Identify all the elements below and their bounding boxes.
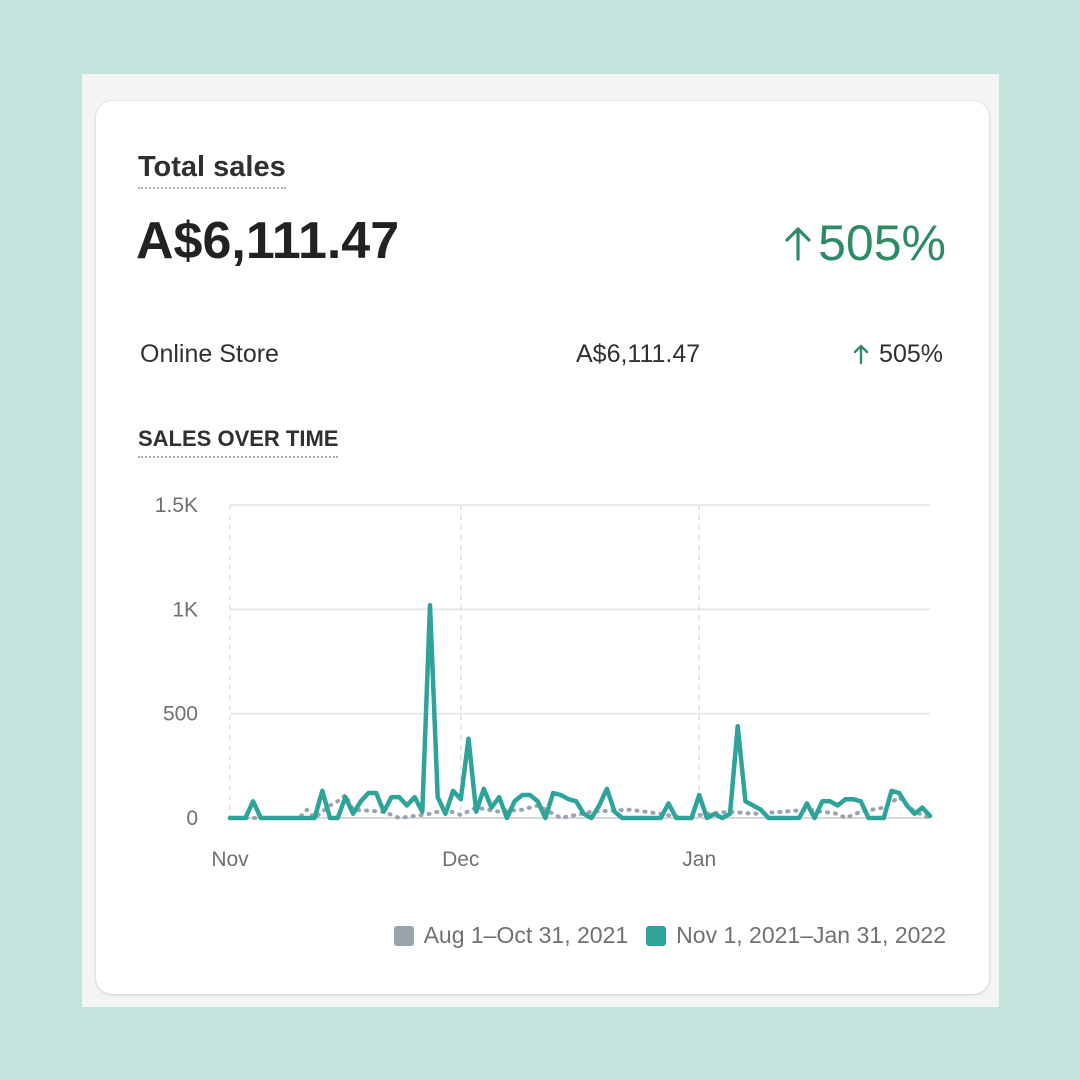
- chart-grid: [229, 504, 930, 819]
- y-tick-label: 0: [186, 807, 198, 830]
- sales-over-time-chart: 0 500 1K 1.5K Nov Dec Jan: [155, 494, 933, 871]
- legend-label-current: Nov 1, 2021–Jan 31, 2022: [676, 922, 946, 948]
- total-change-value: 505%: [818, 215, 946, 271]
- legend-label-previous: Aug 1–Oct 31, 2021: [423, 922, 629, 948]
- arrow-up-icon: [785, 227, 811, 261]
- breakdown-amount: A$6,111.47: [576, 340, 701, 368]
- total-change: 505%: [784, 210, 946, 276]
- breakdown-change: 505%: [853, 336, 943, 372]
- x-axis-ticks: Nov Dec Jan: [211, 848, 716, 871]
- y-tick-label: 500: [163, 703, 198, 726]
- x-tick-label: Dec: [442, 848, 479, 871]
- x-tick-label: Jan: [682, 848, 716, 871]
- y-axis-ticks: 0 500 1K 1.5K: [155, 494, 198, 830]
- x-tick-label: Nov: [211, 848, 249, 871]
- legend-item-previous[interactable]: Aug 1–Oct 31, 2021: [393, 922, 629, 949]
- chart-series: [227, 602, 933, 821]
- total-sales-value: A$6,111.47: [136, 212, 400, 270]
- arrow-up-icon: [853, 344, 869, 365]
- card-title[interactable]: Total sales: [138, 150, 286, 189]
- y-tick-label: 1K: [172, 598, 198, 621]
- breakdown-channel: Online Store: [140, 340, 279, 368]
- series-line-current: [227, 602, 933, 821]
- legend-swatch-current: [646, 925, 667, 946]
- legend-swatch-previous: [393, 925, 414, 946]
- section-title[interactable]: SALES OVER TIME: [138, 426, 339, 458]
- breakdown-change-value: 505%: [879, 340, 943, 368]
- legend-item-current[interactable]: Nov 1, 2021–Jan 31, 2022: [646, 922, 946, 949]
- breakdown-row-online-store: Online Store A$6,111.47 505%: [140, 336, 943, 372]
- chart-legend: Aug 1–Oct 31, 2021 Nov 1, 2021–Jan 31, 2…: [393, 922, 946, 949]
- y-tick-label: 1.5K: [155, 494, 198, 517]
